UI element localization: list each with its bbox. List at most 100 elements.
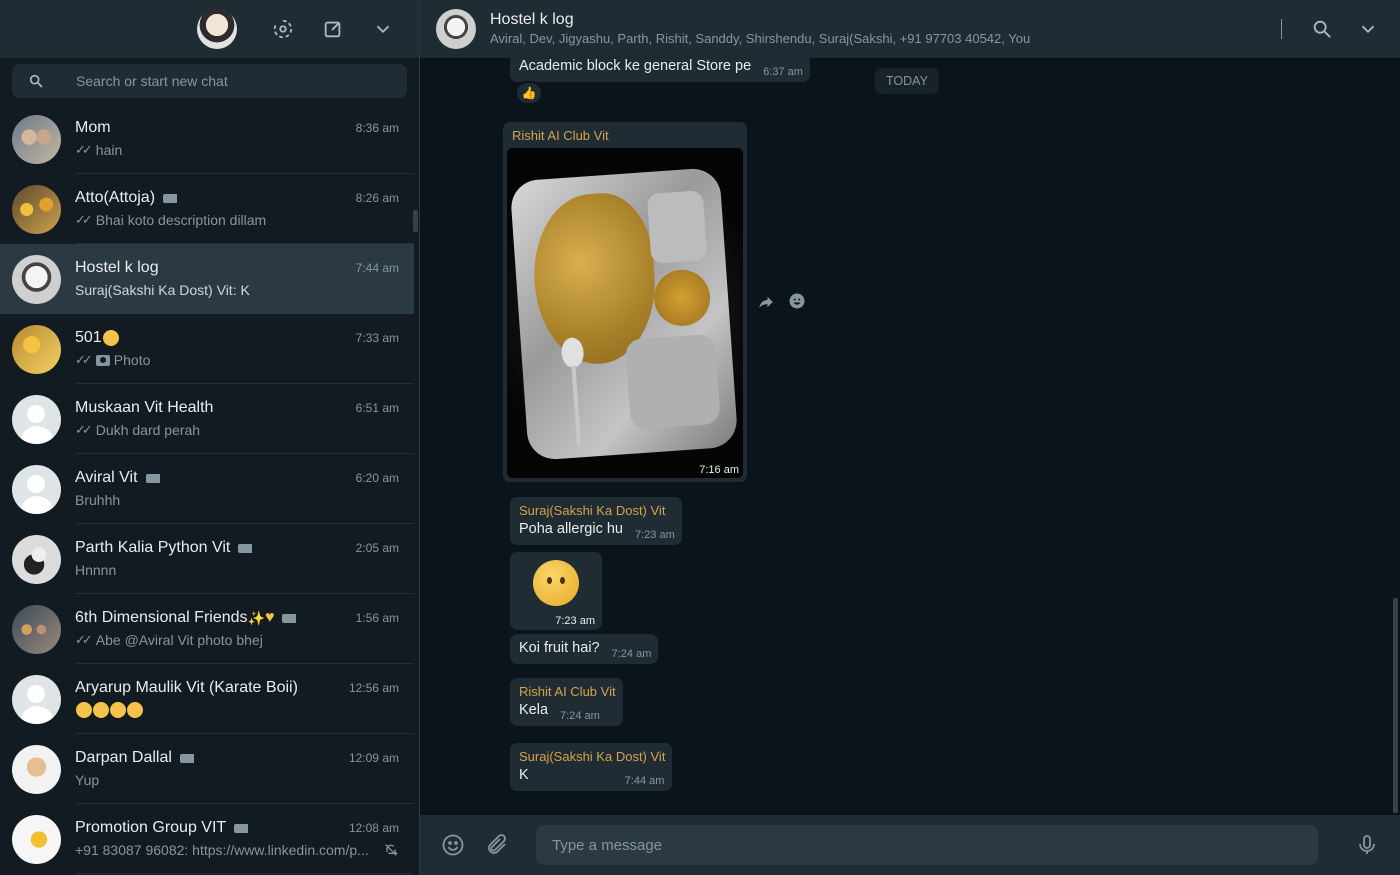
avatar: [12, 394, 61, 444]
muted-icon: [385, 844, 398, 856]
message-time: 7:24 am: [560, 710, 600, 722]
read-ticks-icon: ✓✓: [75, 632, 93, 647]
emoji-react-icon[interactable]: [788, 292, 806, 310]
chat-time: 8:26 am: [355, 191, 399, 205]
chat-item-muskaan[interactable]: Muskaan Vit Health 6:51 am ✓✓ Dukh dard pe…: [0, 384, 414, 454]
label-icon: [145, 473, 160, 483]
message-text: K: [519, 767, 529, 783]
message-input[interactable]: [552, 836, 1318, 854]
chat-name: Aryarup Maulik Vit (Karate Boii): [75, 679, 298, 696]
read-ticks-icon: ✓✓: [75, 352, 93, 367]
chat-item-promotion-group[interactable]: Promotion Group VIT 12:08 am +91 83087 96…: [0, 804, 414, 874]
message-bubble[interactable]: Suraj(Sakshi Ka Dost) Vit K 7:44 am: [510, 743, 673, 791]
avatar: [12, 184, 61, 234]
emoji-icon[interactable]: [440, 832, 466, 858]
menu-chevron-icon[interactable]: [371, 17, 395, 41]
chat-time: 1:56 am: [355, 611, 399, 625]
search-box[interactable]: [12, 64, 407, 98]
image-message[interactable]: Rishit AI Club Vit 7:16 am: [503, 122, 747, 482]
thumbs-up-reaction-icon[interactable]: 👍: [515, 81, 543, 105]
message-text: Academic block ke general Store pe: [519, 58, 752, 74]
group-members: Aviral, Dev, Jigyashu, Parth, Rishit, Sa…: [490, 30, 1031, 46]
heart-icon: ♥: [264, 609, 275, 626]
avatar: [12, 254, 61, 304]
chat-item-mom[interactable]: Mom 8:36 am ✓✓ hain: [0, 104, 414, 174]
chat-name: 501: [75, 329, 102, 346]
chat-time: 8:36 am: [355, 121, 399, 135]
chat-item-atto[interactable]: Atto(Attoja) 8:26 am ✓✓ Bhai koto descript…: [0, 174, 414, 244]
emoji-icon: [102, 330, 119, 346]
message-bubble[interactable]: Rishit AI Club Vit Kela 7:24 am: [510, 678, 623, 726]
chat-preview: Yup: [75, 772, 100, 788]
forward-icon[interactable]: [757, 293, 775, 311]
avatar: [12, 114, 61, 164]
message-text: Koi fruit hai?: [519, 640, 600, 656]
chat-list: Mom 8:36 am ✓✓ hain Atto(Attoja) 8:26 am ✓✓…: [0, 104, 419, 875]
chat-preview: Suraj(Sakshi Ka Dost) Vit: K: [75, 282, 250, 298]
profile-avatar[interactable]: [197, 8, 237, 49]
message-area: Academic block ke general Store pe 6:37 a…: [420, 58, 1400, 815]
chat-item-darpan[interactable]: Darpan Dallal 12:09 am Yup: [0, 734, 414, 804]
messages-scrollbar[interactable]: [1393, 598, 1398, 813]
label-icon: [238, 543, 253, 553]
chat-item-aviral[interactable]: Aviral Vit 6:20 am Bruhhh: [0, 454, 414, 524]
conversation-pane: Hostel k log Aviral, Dev, Jigyashu, Part…: [420, 0, 1400, 875]
message-text: Kela: [519, 702, 549, 718]
message-sender: Suraj(Sakshi Ka Dost) Vit: [519, 503, 666, 518]
chat-item-6th-dimensional[interactable]: 6th Dimensional Friends ✨ ♥ 1:56 am ✓✓ Abe @…: [0, 594, 414, 664]
chat-name: Mom: [75, 119, 111, 136]
chat-item-501[interactable]: 501 7:33 am ✓✓ Photo: [0, 314, 414, 384]
chat-item-aryarup[interactable]: Aryarup Maulik Vit (Karate Boii) 12:56 am: [0, 664, 414, 734]
chat-item-parth[interactable]: Parth Kalia Python Vit 2:05 am Hnnnn: [0, 524, 414, 594]
message-input-box[interactable]: [536, 825, 1318, 865]
search-input[interactable]: [76, 73, 376, 89]
message-bubble[interactable]: Koi fruit hai? 7:24 am: [510, 634, 659, 664]
search-icon: [29, 74, 43, 88]
chat-preview: hain: [95, 142, 123, 158]
read-ticks-icon: ✓✓: [75, 212, 93, 227]
message-sender: Rishit AI Club Vit: [512, 128, 609, 143]
chat-time: 7:44 am: [355, 261, 399, 275]
chat-preview: +91 83087 96082: https://www.linkedin.co…: [75, 842, 369, 858]
chat-time: 12:56 am: [348, 681, 399, 695]
chat-name: 6th Dimensional Friends: [75, 609, 248, 626]
avatar: [12, 674, 61, 724]
group-avatar[interactable]: [436, 8, 476, 49]
chevron-down-icon[interactable]: [1356, 17, 1380, 41]
search-bar: [0, 58, 419, 104]
chat-preview: Abe @Aviral Vit photo bhej: [95, 632, 263, 648]
attach-icon[interactable]: [484, 832, 510, 858]
chat-name: Aviral Vit: [75, 469, 138, 486]
message-time: 7:23 am: [555, 615, 595, 627]
chat-preview: Photo: [113, 352, 151, 368]
chat-name: Hostel k log: [75, 259, 159, 276]
chat-preview: Bhai koto description dillam: [95, 212, 267, 228]
read-ticks-icon: ✓✓: [75, 142, 93, 157]
chat-name: Promotion Group VIT: [75, 819, 227, 836]
camera-icon: [95, 354, 110, 366]
message-bubble[interactable]: Academic block ke general Store pe 6:37 a…: [510, 58, 810, 82]
label-icon: [179, 753, 194, 763]
food-tray-image[interactable]: [507, 148, 743, 478]
emoji-preview-icon: [75, 701, 143, 719]
message-time: 7:44 am: [624, 775, 665, 787]
sidebar-scrollbar[interactable]: [413, 210, 418, 232]
message-bubble[interactable]: Suraj(Sakshi Ka Dost) Vit Poha allergic …: [510, 497, 682, 545]
chat-name: Muskaan Vit Health: [75, 399, 214, 416]
avatar: [12, 464, 61, 514]
worried-face-icon: [533, 560, 579, 606]
message-time: 7:23 am: [635, 529, 675, 541]
search-icon[interactable]: [1310, 17, 1334, 41]
read-ticks-icon: ✓✓: [75, 422, 93, 437]
microphone-icon[interactable]: [1354, 832, 1380, 858]
status-icon[interactable]: [271, 17, 295, 41]
avatar: [12, 744, 61, 794]
sticker-message[interactable]: 7:23 am: [510, 552, 602, 630]
message-sender: Suraj(Sakshi Ka Dost) Vit: [519, 749, 666, 764]
chat-time: 2:05 am: [355, 541, 399, 555]
new-chat-icon[interactable]: [321, 17, 345, 41]
group-title: Hostel k log: [490, 10, 574, 28]
chat-item-hostel-k-log[interactable]: Hostel k log 7:44 am Suraj(Sakshi Ka Dost…: [0, 244, 414, 314]
conversation-header[interactable]: Hostel k log Aviral, Dev, Jigyashu, Part…: [420, 0, 1400, 58]
message-time: 7:24 am: [611, 648, 652, 660]
